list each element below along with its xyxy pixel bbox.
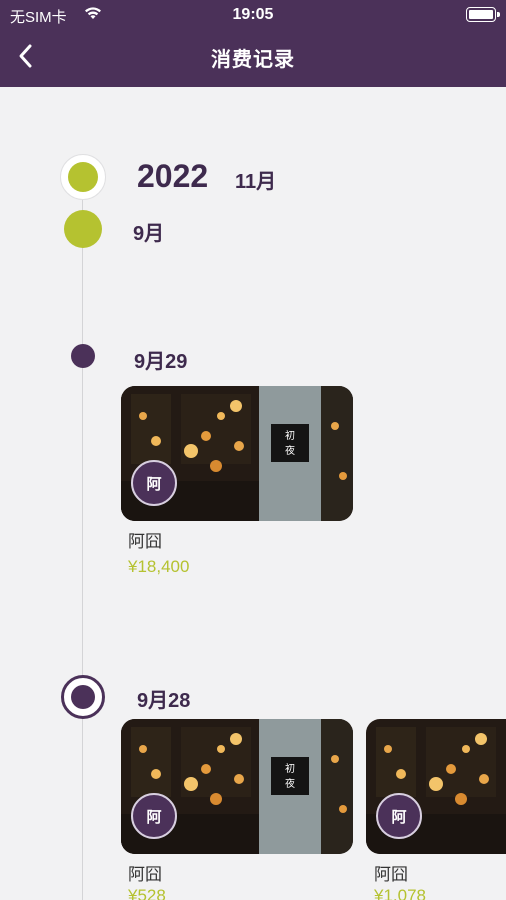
merchant-name: 阿囧 (374, 865, 408, 884)
month-label: 9月 (133, 223, 165, 245)
amount: ¥1,078 (374, 886, 426, 900)
day-label: 9月28 (137, 690, 191, 712)
svg-text:夜: 夜 (285, 444, 295, 457)
merchant-badge: 阿 (131, 793, 177, 839)
record-card[interactable]: 初 夜 阿 (121, 386, 353, 521)
day-label: 9月29 (134, 351, 188, 373)
month-node (64, 210, 102, 248)
merchant-name: 阿囧 (128, 865, 162, 884)
page-title: 消费记录 (211, 49, 295, 71)
timeline-line (82, 180, 83, 900)
day-node (71, 344, 95, 368)
amount: ¥528 (128, 886, 166, 900)
app-header: 无SIM卡 19:05 消费记录 (0, 0, 506, 87)
battery-icon (466, 7, 500, 22)
merchant-badge: 阿 (376, 793, 422, 839)
merchant-name: 阿囧 (128, 532, 162, 551)
day-node-dot (71, 685, 95, 709)
year-month-label[interactable]: 11月 (235, 165, 276, 194)
navigation-bar: 消费记录 (0, 35, 506, 80)
year-label: 2022 (137, 158, 209, 194)
merchant-badge: 阿 (131, 460, 177, 506)
record-card[interactable]: 初 夜 阿 (121, 719, 353, 854)
status-bar: 无SIM卡 19:05 (0, 0, 506, 30)
record-card[interactable]: 阿 (366, 719, 506, 854)
svg-text:初: 初 (285, 429, 295, 442)
amount: ¥18,400 (128, 557, 190, 576)
clock: 19:05 (232, 6, 274, 23)
year-node-dot (68, 162, 98, 192)
svg-text:初: 初 (285, 762, 295, 775)
svg-text:夜: 夜 (285, 777, 295, 790)
